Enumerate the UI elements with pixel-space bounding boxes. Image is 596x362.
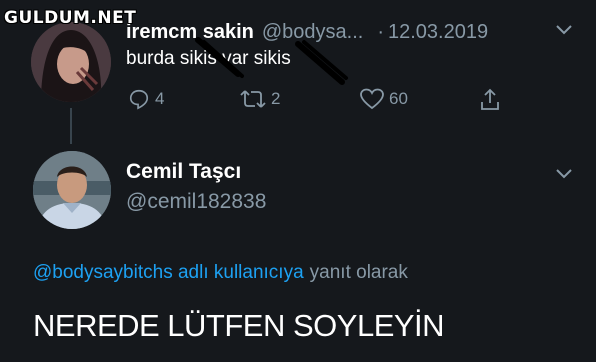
tweet-actions: 4 2 60 bbox=[128, 88, 528, 116]
retweet-icon bbox=[240, 90, 266, 108]
separator-dot: · bbox=[377, 20, 384, 43]
reply-count: 4 bbox=[155, 89, 165, 108]
mention-link[interactable]: @bodysaybitchs adlı kullanıcıya bbox=[33, 262, 304, 283]
reply-icon bbox=[129, 89, 149, 110]
retweet-count: 2 bbox=[271, 89, 281, 108]
reply-button[interactable]: 4 bbox=[128, 88, 164, 110]
tweet-date[interactable]: 12.03.2019 bbox=[388, 21, 488, 44]
avatar-photo-icon bbox=[31, 22, 111, 102]
avatar[interactable] bbox=[33, 151, 111, 229]
share-button[interactable] bbox=[478, 88, 502, 112]
replying-to-suffix: yanıt olarak bbox=[309, 262, 408, 283]
censor-scribble bbox=[195, 37, 348, 85]
chevron-down-icon[interactable] bbox=[554, 166, 574, 182]
site-watermark: GULDUM.NET bbox=[4, 8, 137, 28]
tweet-text: NEREDE LÜTFEN SOYLEYİN bbox=[33, 308, 445, 343]
chevron-down-icon[interactable] bbox=[554, 22, 574, 38]
thread-connector bbox=[70, 108, 72, 144]
avatar-photo-icon bbox=[33, 151, 111, 229]
share-icon bbox=[481, 88, 499, 110]
avatar[interactable] bbox=[31, 22, 111, 102]
author-handle[interactable]: @cemil182838 bbox=[126, 190, 266, 214]
like-count: 60 bbox=[389, 89, 408, 108]
like-button[interactable]: 60 bbox=[360, 88, 408, 110]
author-name[interactable]: Cemil Taşcı bbox=[126, 160, 241, 184]
replying-to: @bodysaybitchs adlı kullanıcıya yanıt ola… bbox=[33, 262, 408, 284]
heart-icon bbox=[360, 88, 384, 110]
retweet-button[interactable]: 2 bbox=[240, 88, 280, 110]
